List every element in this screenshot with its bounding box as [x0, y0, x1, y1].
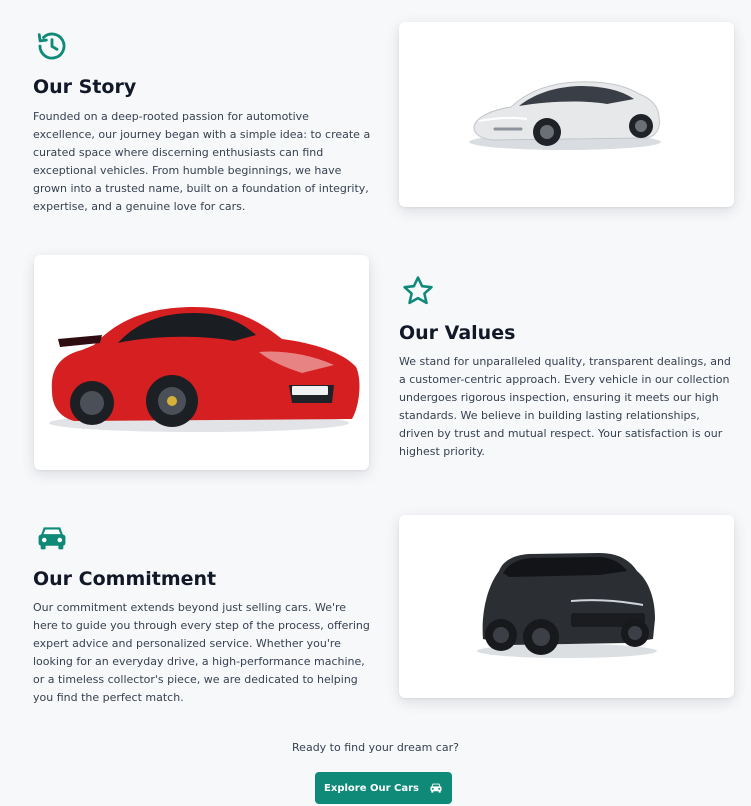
section-text-our-values: We stand for unparalleled quality, trans… — [399, 355, 731, 458]
explore-our-cars-button[interactable]: Explore Our Cars — [315, 772, 452, 804]
section-title-our-values: Our Values — [399, 322, 516, 344]
cta-prompt: Ready to find your dream car? — [292, 741, 459, 754]
black-suv-illustration — [477, 553, 657, 658]
black-suv-image — [399, 515, 734, 698]
explore-button-label: Explore Our Cars — [324, 782, 419, 794]
section-text-our-story: Founded on a deep-rooted passion for aut… — [33, 110, 371, 213]
history-icon — [37, 32, 66, 60]
section-title-our-story: Our Story — [33, 76, 137, 98]
red-sports-car-image — [34, 255, 369, 470]
car-icon — [430, 783, 442, 793]
red-sports-car-illustration — [49, 307, 360, 432]
car-icon — [38, 527, 66, 550]
section-title-our-commitment: Our Commitment — [33, 568, 217, 590]
star-icon — [403, 276, 433, 305]
section-text-our-commitment: Our commitment extends beyond just selli… — [33, 601, 370, 704]
silver-sedan-image — [399, 22, 734, 207]
silver-sedan-illustration — [469, 81, 661, 150]
